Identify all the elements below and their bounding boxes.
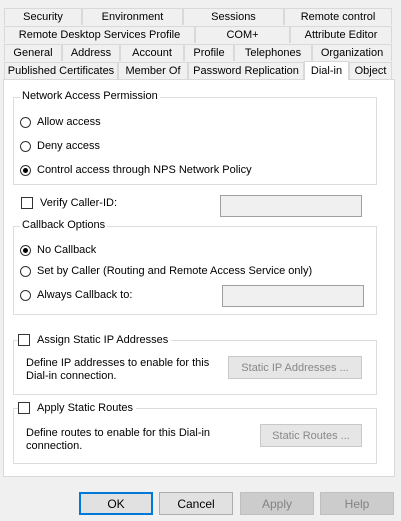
set-by-caller-label: Set by Caller (Routing and Remote Access… bbox=[37, 265, 313, 277]
static-ip-group: Assign Static IP Addresses Define IP add… bbox=[13, 334, 377, 395]
static-routes-button-label: Static Routes ... bbox=[272, 429, 350, 442]
tab-rds-profile[interactable]: Remote Desktop Services Profile bbox=[4, 26, 195, 43]
static-ip-description: Define IP addresses to enable for this D… bbox=[26, 357, 210, 382]
cancel-label: Cancel bbox=[177, 496, 215, 511]
checkbox-box bbox=[18, 402, 30, 414]
static-routes-description: Define routes to enable for this Dial-in… bbox=[26, 427, 211, 452]
help-button[interactable]: Help bbox=[320, 492, 394, 515]
tab-profile[interactable]: Profile bbox=[184, 44, 234, 61]
tab-password-replication[interactable]: Password Replication bbox=[188, 62, 304, 79]
tab-label: Address bbox=[70, 47, 112, 59]
assign-static-ip-label: Assign Static IP Addresses bbox=[37, 334, 169, 346]
nps-policy-radio[interactable]: Control access through NPS Network Polic… bbox=[20, 164, 252, 176]
tab-label: COM+ bbox=[226, 29, 259, 41]
tab-telephones[interactable]: Telephones bbox=[234, 44, 312, 61]
tab-organization[interactable]: Organization bbox=[312, 44, 392, 61]
tab-label: Sessions bbox=[211, 11, 256, 23]
help-label: Help bbox=[344, 496, 370, 511]
tab-label: Remote control bbox=[300, 11, 376, 23]
apply-button[interactable]: Apply bbox=[240, 492, 314, 515]
network-access-legend: Network Access Permission bbox=[20, 90, 160, 102]
tab-label: Dial-in bbox=[310, 65, 343, 77]
tab-attribute-editor[interactable]: Attribute Editor bbox=[290, 26, 392, 43]
tab-label: Profile bbox=[193, 47, 225, 59]
static-routes-button[interactable]: Static Routes ... bbox=[260, 424, 362, 447]
tab-sessions[interactable]: Sessions bbox=[183, 8, 284, 25]
allow-access-label: Allow access bbox=[37, 116, 101, 128]
checkbox-box bbox=[18, 334, 30, 346]
callback-number-field[interactable] bbox=[222, 285, 364, 307]
tab-label: Member Of bbox=[125, 65, 181, 77]
tab-security[interactable]: Security bbox=[4, 8, 82, 25]
tab-environment[interactable]: Environment bbox=[82, 8, 183, 25]
no-callback-label: No Callback bbox=[37, 244, 97, 256]
tab-label: Object bbox=[354, 65, 387, 77]
callback-options-legend: Callback Options bbox=[20, 219, 108, 231]
no-callback-radio[interactable]: No Callback bbox=[20, 244, 96, 256]
tab-label: Remote Desktop Services Profile bbox=[18, 29, 181, 41]
tab-published-certificates[interactable]: Published Certificates bbox=[4, 62, 118, 79]
allow-access-radio[interactable]: Allow access bbox=[20, 116, 101, 128]
apply-static-routes-checkbox[interactable]: Apply Static Routes bbox=[18, 402, 136, 414]
apply-label: Apply bbox=[261, 496, 293, 511]
network-access-group: Network Access Permission Allow access D… bbox=[13, 90, 377, 185]
verify-caller-id-checkbox[interactable]: Verify Caller-ID: bbox=[21, 197, 117, 209]
tab-address[interactable]: Address bbox=[62, 44, 120, 61]
always-callback-label: Always Callback to: bbox=[37, 289, 133, 301]
radio-circle-selected bbox=[20, 244, 31, 256]
set-by-caller-radio[interactable]: Set by Caller (Routing and Remote Access… bbox=[20, 265, 312, 277]
cancel-button[interactable]: Cancel bbox=[159, 492, 233, 515]
tab-member-of[interactable]: Member Of bbox=[118, 62, 188, 79]
checkbox-box bbox=[21, 197, 33, 209]
tab-com-plus[interactable]: COM+ bbox=[195, 26, 290, 43]
deny-access-radio[interactable]: Deny access bbox=[20, 140, 100, 152]
tab-label: Organization bbox=[320, 47, 384, 59]
nps-policy-label: Control access through NPS Network Polic… bbox=[37, 164, 252, 176]
deny-access-label: Deny access bbox=[37, 140, 100, 152]
tab-dial-in[interactable]: Dial-in bbox=[304, 61, 349, 80]
radio-circle bbox=[20, 265, 31, 277]
radio-circle bbox=[20, 140, 31, 152]
radio-circle bbox=[20, 289, 31, 301]
dial-in-panel: Network Access Permission Allow access D… bbox=[3, 79, 395, 477]
tab-label: Attribute Editor bbox=[304, 29, 378, 41]
always-callback-radio[interactable]: Always Callback to: bbox=[20, 289, 132, 301]
verify-caller-id-label: Verify Caller-ID: bbox=[40, 197, 118, 209]
ok-button[interactable]: OK bbox=[79, 492, 153, 515]
tab-remote-control[interactable]: Remote control bbox=[284, 8, 392, 25]
tab-general[interactable]: General bbox=[4, 44, 62, 61]
tab-label: Published Certificates bbox=[7, 65, 115, 77]
tab-label: General bbox=[13, 47, 53, 59]
radio-circle-selected bbox=[20, 164, 31, 176]
radio-circle bbox=[20, 116, 31, 128]
apply-static-routes-label: Apply Static Routes bbox=[37, 402, 133, 414]
caller-id-field[interactable] bbox=[220, 195, 362, 217]
static-ip-addresses-button[interactable]: Static IP Addresses ... bbox=[228, 356, 362, 379]
tab-object[interactable]: Object bbox=[349, 62, 392, 79]
tab-label: Telephones bbox=[244, 47, 302, 59]
callback-options-group: Callback Options No Callback Set by Call… bbox=[13, 219, 377, 315]
tab-label: Security bbox=[23, 11, 63, 23]
static-routes-group: Apply Static Routes Define routes to ena… bbox=[13, 402, 377, 464]
assign-static-ip-checkbox[interactable]: Assign Static IP Addresses bbox=[18, 334, 172, 346]
static-ip-button-label: Static IP Addresses ... bbox=[241, 361, 349, 374]
tab-label: Password Replication bbox=[193, 65, 299, 77]
tab-account[interactable]: Account bbox=[120, 44, 184, 61]
tab-label: Account bbox=[132, 47, 172, 59]
tab-label: Environment bbox=[101, 11, 164, 23]
ok-label: OK bbox=[107, 496, 125, 511]
